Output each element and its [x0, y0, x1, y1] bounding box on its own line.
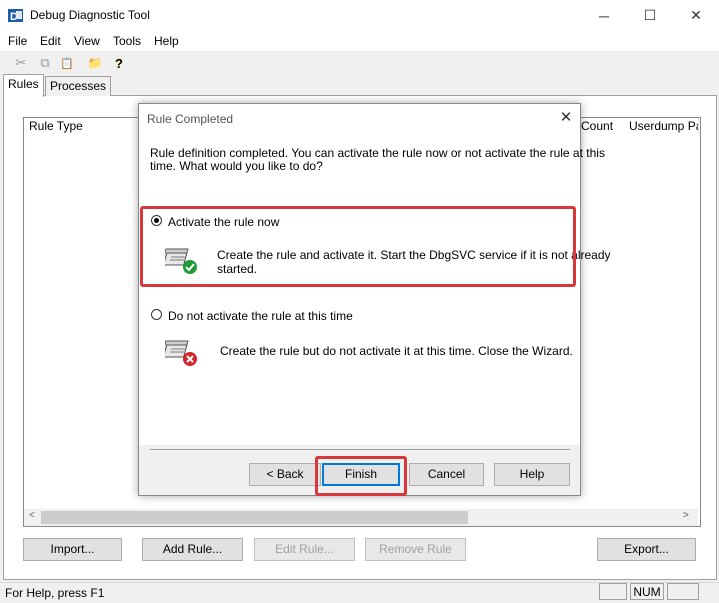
app-icon: D [8, 9, 23, 23]
toolbar [0, 51, 719, 76]
status-num: NUM [630, 583, 664, 600]
highlight-activate-option [140, 206, 576, 287]
do-not-activate-radio[interactable] [151, 309, 162, 320]
minimize-button[interactable]: ─ [581, 0, 627, 31]
dialog-close-icon[interactable]: ✕ [554, 108, 578, 128]
add-rule-button[interactable]: Add Rule... [142, 538, 243, 561]
menu-edit[interactable]: Edit [40, 34, 61, 48]
menu-view[interactable]: View [74, 34, 100, 48]
close-button[interactable]: ✕ [673, 0, 719, 31]
cancel-button[interactable]: Cancel [409, 463, 484, 486]
folder-open-icon[interactable]: 📁 [86, 54, 104, 72]
help-button[interactable]: Help [494, 463, 570, 486]
status-pane-blank-2 [667, 583, 699, 600]
menu-tools[interactable]: Tools [113, 34, 141, 48]
maximize-button[interactable]: ☐ [627, 0, 673, 31]
window-title: Debug Diagnostic Tool [30, 8, 150, 22]
menu-bar [0, 31, 719, 51]
rule-inactive-icon [165, 340, 197, 366]
highlight-finish-button [315, 456, 407, 496]
menu-file[interactable]: File [8, 34, 27, 48]
menu-help[interactable]: Help [154, 34, 179, 48]
column-userdump-path[interactable]: Userdump Pat [624, 118, 699, 135]
import-button[interactable]: Import... [23, 538, 122, 561]
export-button[interactable]: Export... [597, 538, 696, 561]
scrollbar-thumb[interactable] [41, 511, 468, 524]
back-button[interactable]: < Back [249, 463, 321, 486]
column-rule-type[interactable]: Rule Type [24, 118, 140, 135]
cut-icon[interactable]: ✂ [12, 54, 30, 72]
help-icon[interactable]: ? [110, 54, 128, 72]
dialog-title: Rule Completed [147, 112, 234, 126]
status-pane-blank [599, 583, 627, 600]
do-not-activate-label[interactable]: Do not activate the rule at this time [168, 309, 353, 323]
remove-rule-button[interactable]: Remove Rule [365, 538, 466, 561]
tab-processes[interactable]: Processes [45, 76, 112, 96]
scroll-left-icon[interactable]: < [29, 510, 35, 521]
dialog-separator [150, 449, 570, 450]
status-text: For Help, press F1 [5, 586, 105, 600]
column-count[interactable]: Count [576, 118, 625, 135]
copy-icon[interactable]: ⧉ [36, 54, 54, 72]
do-not-activate-desc: Create the rule but do not activate it a… [220, 344, 573, 358]
dialog-intro-line-1: Rule definition completed. You can activ… [150, 146, 605, 160]
paste-icon[interactable]: 📋 [58, 54, 76, 72]
dialog-intro-line-2: time. What would you like to do? [150, 159, 323, 173]
tab-rules[interactable]: Rules [3, 74, 44, 97]
edit-rule-button[interactable]: Edit Rule... [254, 538, 355, 561]
scroll-right-icon[interactable]: > [683, 510, 689, 521]
